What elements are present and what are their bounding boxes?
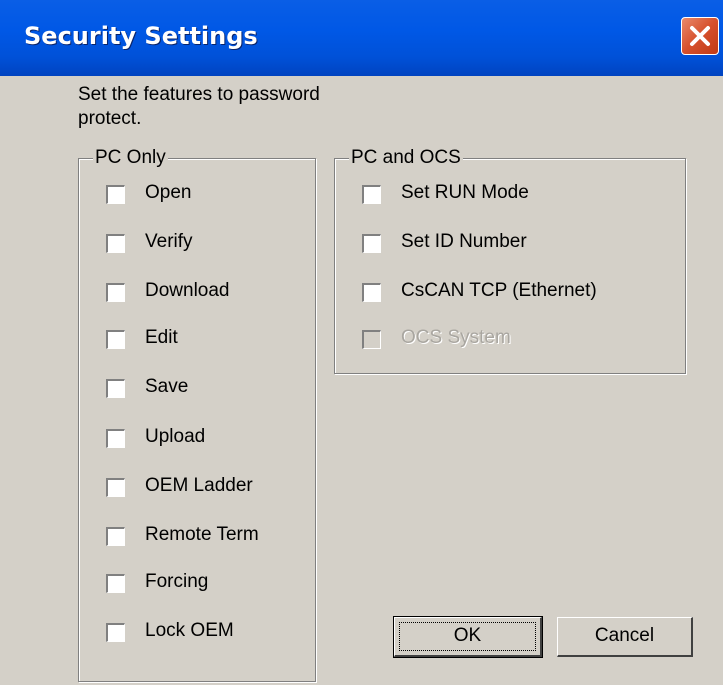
checkbox-label: Verify — [145, 231, 193, 252]
pc-and-ocs-group-label: PC and OCS — [349, 146, 463, 170]
checkbox-box[interactable] — [106, 234, 125, 253]
checkbox-label: Set RUN Mode — [401, 182, 529, 203]
checkbox-label: Edit — [145, 327, 178, 348]
checkbox-box[interactable] — [106, 379, 125, 398]
cancel-button[interactable]: Cancel — [557, 617, 693, 657]
checkbox-label: Open — [145, 182, 192, 203]
focus-rectangle — [399, 622, 536, 651]
security-settings-dialog: Security Settings Set the features to pa… — [0, 0, 723, 685]
pc-and-ocs-group: PC and OCS Set RUN Mode Set ID Number Cs… — [334, 146, 686, 374]
checkbox-box[interactable] — [106, 623, 125, 642]
checkbox-box[interactable] — [106, 527, 125, 546]
pc-only-group-label: PC Only — [93, 146, 168, 170]
close-button[interactable] — [681, 17, 719, 55]
checkbox-label: Save — [145, 376, 189, 397]
checkbox-box — [362, 330, 381, 349]
title-bar[interactable]: Security Settings — [0, 0, 723, 76]
close-icon — [690, 26, 710, 46]
checkbox-label: Set ID Number — [401, 231, 527, 252]
ok-button[interactable]: OK — [393, 616, 543, 658]
checkbox-label: Download — [145, 280, 230, 301]
checkbox-box[interactable] — [106, 330, 125, 349]
checkbox-box[interactable] — [106, 283, 125, 302]
checkbox-label: Upload — [145, 426, 206, 447]
window-title: Security Settings — [24, 22, 258, 50]
checkbox-box[interactable] — [106, 574, 125, 593]
checkbox-box[interactable] — [106, 185, 125, 204]
checkbox-label: OEM Ladder — [145, 475, 253, 496]
dialog-body: Set the features to password protect. PC… — [0, 76, 723, 685]
checkbox-label: Forcing — [145, 571, 209, 592]
cancel-button-label: Cancel — [594, 625, 655, 646]
pc-only-group: PC Only Open Verify Download Edit Save U… — [78, 146, 316, 682]
instructions-text: Set the features to password protect. — [78, 84, 320, 129]
checkbox-label: CsCAN TCP (Ethernet) — [401, 280, 597, 301]
checkbox-label: Remote Term — [145, 524, 259, 545]
checkbox-label: OCS System — [401, 327, 511, 348]
checkbox-box[interactable] — [362, 185, 381, 204]
checkbox-box[interactable] — [106, 429, 125, 448]
checkbox-box[interactable] — [106, 478, 125, 497]
checkbox-box[interactable] — [362, 234, 381, 253]
checkbox-label: Lock OEM — [145, 620, 234, 641]
checkbox-box[interactable] — [362, 283, 381, 302]
